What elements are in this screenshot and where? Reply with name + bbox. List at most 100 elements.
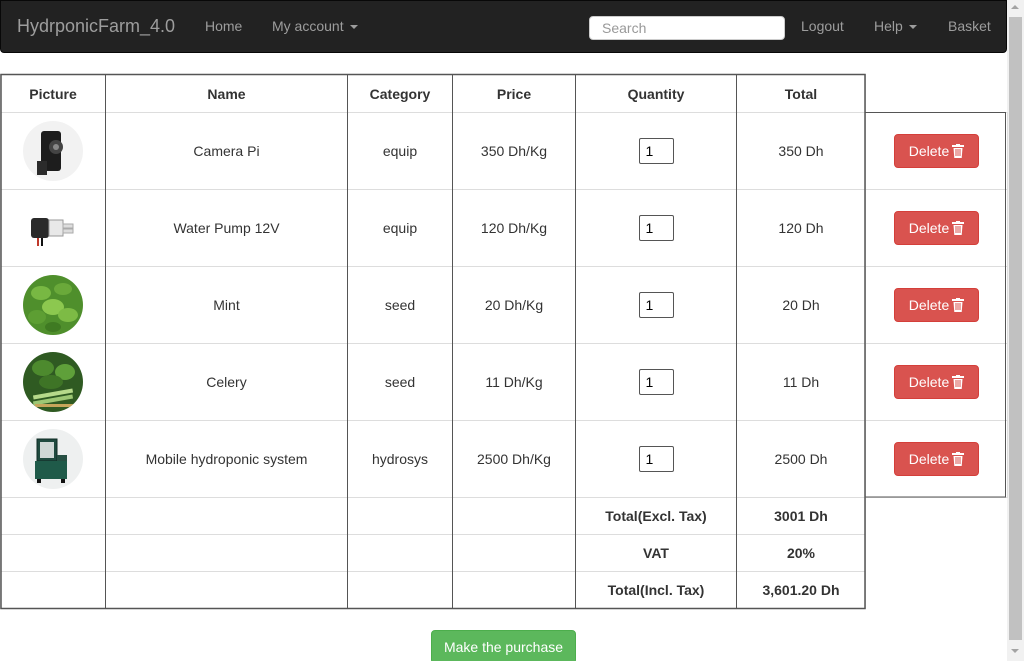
trash-icon [952, 144, 965, 158]
chevron-down-icon [349, 25, 358, 30]
product-total: 2500 Dh [736, 420, 866, 498]
delete-label: Delete [908, 451, 950, 467]
product-price: 350 Dh/Kg [452, 112, 576, 190]
scrollbar-thumb[interactable] [1009, 17, 1022, 640]
scroll-down-icon[interactable] [1011, 649, 1019, 653]
quantity-input[interactable] [638, 446, 674, 472]
delete-label: Delete [908, 297, 950, 313]
summary-row-incl: Total(Incl. Tax) 3,601.20 Dh [0, 571, 1008, 609]
delete-button[interactable]: Delete [894, 134, 979, 168]
chevron-down-icon [908, 25, 917, 30]
header-category: Category [347, 74, 453, 113]
trash-icon [952, 375, 965, 389]
summary-row-vat: VAT 20% [0, 534, 1008, 572]
quantity-input[interactable] [638, 369, 674, 395]
action-cell: Delete [865, 112, 1008, 190]
action-cell: Delete [865, 189, 1008, 267]
total-excl-label: Total(Excl. Tax) [575, 497, 737, 535]
nav-my-account[interactable]: My account [272, 18, 358, 34]
product-picture-cell [0, 343, 106, 421]
nav-basket[interactable]: Basket [948, 18, 991, 34]
nav-help[interactable]: Help [874, 18, 917, 34]
table-header-row: Picture Name Category Price Quantity Tot… [0, 74, 1008, 113]
product-picture-cell [0, 112, 106, 190]
scroll-up-icon[interactable] [1011, 5, 1019, 9]
delete-label: Delete [908, 220, 950, 236]
action-cell: Delete [865, 343, 1008, 421]
make-purchase-button[interactable]: Make the purchase [431, 630, 576, 661]
quantity-cell [575, 420, 737, 498]
quantity-input[interactable] [638, 292, 674, 318]
table-row: Water Pump 12V equip 120 Dh/Kg 120 Dh De… [0, 189, 1008, 267]
header-total: Total [736, 74, 866, 113]
product-category: equip [347, 112, 453, 190]
product-total: 20 Dh [736, 266, 866, 344]
header-actions [865, 74, 1008, 113]
delete-label: Delete [908, 374, 950, 390]
water-pump-image [23, 198, 83, 258]
scrollbar[interactable] [1007, 0, 1024, 661]
action-cell: Delete [865, 266, 1008, 344]
quantity-cell [575, 343, 737, 421]
product-price: 11 Dh/Kg [452, 343, 576, 421]
header-quantity: Quantity [575, 74, 737, 113]
navbar: HydrponicFarm_4.0 Home My account Logout… [0, 0, 1007, 53]
quantity-cell [575, 189, 737, 267]
nav-my-account-label: My account [272, 18, 344, 34]
product-total: 120 Dh [736, 189, 866, 267]
product-name: Mint [105, 266, 348, 344]
nav-logout[interactable]: Logout [801, 18, 844, 34]
action-cell: Delete [865, 420, 1008, 498]
product-picture-cell [0, 266, 106, 344]
delete-button[interactable]: Delete [894, 288, 979, 322]
search-input[interactable] [589, 16, 785, 40]
summary-row-excl: Total(Excl. Tax) 3001 Dh [0, 497, 1008, 535]
delete-label: Delete [908, 143, 950, 159]
product-category: seed [347, 266, 453, 344]
delete-button[interactable]: Delete [894, 365, 979, 399]
total-excl-value: 3001 Dh [736, 497, 866, 535]
header-picture: Picture [0, 74, 106, 113]
product-picture-cell [0, 420, 106, 498]
product-name: Mobile hydroponic system [105, 420, 348, 498]
quantity-input[interactable] [638, 215, 674, 241]
quantity-cell [575, 266, 737, 344]
nav-home[interactable]: Home [205, 18, 242, 34]
celery-image [23, 352, 83, 412]
mobile-hydroponic-image [23, 429, 83, 489]
product-total: 350 Dh [736, 112, 866, 190]
table-row: Mint seed 20 Dh/Kg 20 Dh Delete [0, 266, 1008, 344]
table-row: Mobile hydroponic system hydrosys 2500 D… [0, 420, 1008, 498]
vat-label: VAT [575, 534, 737, 572]
delete-button[interactable]: Delete [894, 211, 979, 245]
vat-value: 20% [736, 534, 866, 572]
header-price: Price [452, 74, 576, 113]
product-category: equip [347, 189, 453, 267]
product-category: seed [347, 343, 453, 421]
table-row: Camera Pi equip 350 Dh/Kg 350 Dh Delete [0, 112, 1008, 190]
header-name: Name [105, 74, 348, 113]
delete-button[interactable]: Delete [894, 442, 979, 476]
product-picture-cell [0, 189, 106, 267]
trash-icon [952, 298, 965, 312]
quantity-input[interactable] [638, 138, 674, 164]
product-price: 2500 Dh/Kg [452, 420, 576, 498]
product-name: Camera Pi [105, 112, 348, 190]
product-price: 20 Dh/Kg [452, 266, 576, 344]
product-price: 120 Dh/Kg [452, 189, 576, 267]
product-name: Water Pump 12V [105, 189, 348, 267]
trash-icon [952, 221, 965, 235]
table-row: Celery seed 11 Dh/Kg 11 Dh Delete [0, 343, 1008, 421]
camera-pi-image [23, 121, 83, 181]
basket-table: Picture Name Category Price Quantity Tot… [0, 74, 1008, 609]
total-incl-value: 3,601.20 Dh [736, 571, 866, 609]
quantity-cell [575, 112, 737, 190]
trash-icon [952, 452, 965, 466]
total-incl-label: Total(Incl. Tax) [575, 571, 737, 609]
product-name: Celery [105, 343, 348, 421]
brand-link[interactable]: HydrponicFarm_4.0 [17, 16, 175, 37]
product-category: hydrosys [347, 420, 453, 498]
mint-image [23, 275, 83, 335]
product-total: 11 Dh [736, 343, 866, 421]
nav-help-label: Help [874, 18, 903, 34]
